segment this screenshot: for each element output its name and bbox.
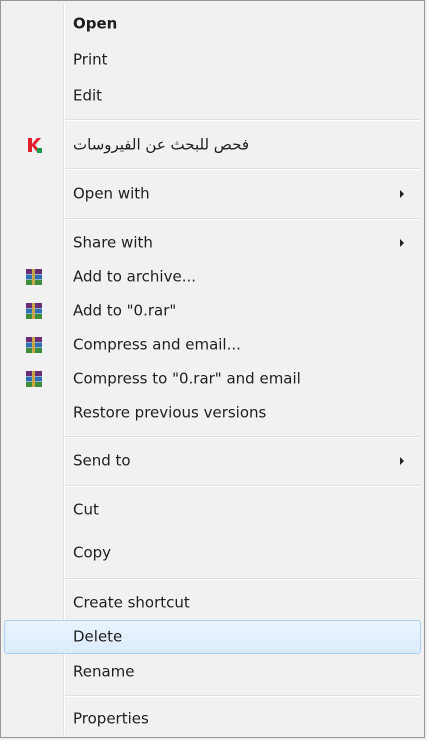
submenu-arrow-icon xyxy=(400,190,404,198)
menu-item-label: Restore previous versions xyxy=(73,403,267,422)
menu-item-edit[interactable]: Edit xyxy=(4,79,421,113)
menu-item-label: Add to archive... xyxy=(73,267,196,286)
menu-item-label: Rename xyxy=(73,662,135,681)
menu-item-delete[interactable]: Delete xyxy=(4,620,421,654)
menu-item-label: Properties xyxy=(73,709,149,728)
menu-item-label: Share with xyxy=(73,233,153,252)
menu-item-print[interactable]: Print xyxy=(4,43,421,77)
kaspersky-k-icon xyxy=(25,136,43,154)
menu-item-label: Compress and email... xyxy=(73,335,241,354)
menu-item-label: Add to "0.rar" xyxy=(73,301,177,320)
menu-item-compress-email[interactable]: Compress and email... xyxy=(4,328,421,362)
winrar-books-icon xyxy=(25,370,43,388)
menu-item-label: Edit xyxy=(73,86,103,105)
menu-item-properties[interactable]: Properties xyxy=(4,702,421,736)
menu-item-label: Cut xyxy=(73,500,99,519)
menu-item-open[interactable]: Open xyxy=(4,7,421,41)
menu-item-label: Delete xyxy=(73,627,123,646)
menu-item-compress-to-rar-email[interactable]: Compress to "0.rar" and email xyxy=(4,362,421,396)
menu-separator xyxy=(65,119,420,121)
menu-item-label: فحص للبحث عن الفيروسات xyxy=(73,135,250,154)
context-menu: Open Print Edit فحص للبحث عن الفيروسات O… xyxy=(0,0,425,738)
menu-item-virus-scan[interactable]: فحص للبحث عن الفيروسات xyxy=(4,128,421,162)
menu-item-label: Copy xyxy=(73,543,112,562)
menu-separator xyxy=(65,578,420,580)
menu-separator xyxy=(65,695,420,697)
menu-separator xyxy=(65,218,420,220)
menu-item-label: Compress to "0.rar" and email xyxy=(73,369,301,388)
menu-item-send-to[interactable]: Send to xyxy=(4,444,421,478)
menu-item-open-with[interactable]: Open with xyxy=(4,177,421,211)
menu-item-label: Send to xyxy=(73,451,131,470)
menu-item-restore-previous-versions[interactable]: Restore previous versions xyxy=(4,396,421,430)
winrar-books-icon xyxy=(25,336,43,354)
menu-item-label: Print xyxy=(73,50,108,69)
menu-item-label: Create shortcut xyxy=(73,593,190,612)
menu-separator xyxy=(65,436,420,438)
submenu-arrow-icon xyxy=(400,457,404,465)
winrar-books-icon xyxy=(25,302,43,320)
menu-item-label: Open with xyxy=(73,184,150,203)
submenu-arrow-icon xyxy=(400,239,404,247)
menu-separator xyxy=(65,168,420,170)
menu-item-share-with[interactable]: Share with xyxy=(4,226,421,260)
menu-item-rename[interactable]: Rename xyxy=(4,655,421,689)
winrar-books-icon xyxy=(25,268,43,286)
menu-item-label: Open xyxy=(73,14,118,33)
menu-item-add-to-rar[interactable]: Add to "0.rar" xyxy=(4,294,421,328)
menu-item-create-shortcut[interactable]: Create shortcut xyxy=(4,586,421,620)
menu-item-copy[interactable]: Copy xyxy=(4,536,421,570)
menu-item-cut[interactable]: Cut xyxy=(4,493,421,527)
menu-separator xyxy=(65,485,420,487)
menu-item-add-to-archive[interactable]: Add to archive... xyxy=(4,260,421,294)
